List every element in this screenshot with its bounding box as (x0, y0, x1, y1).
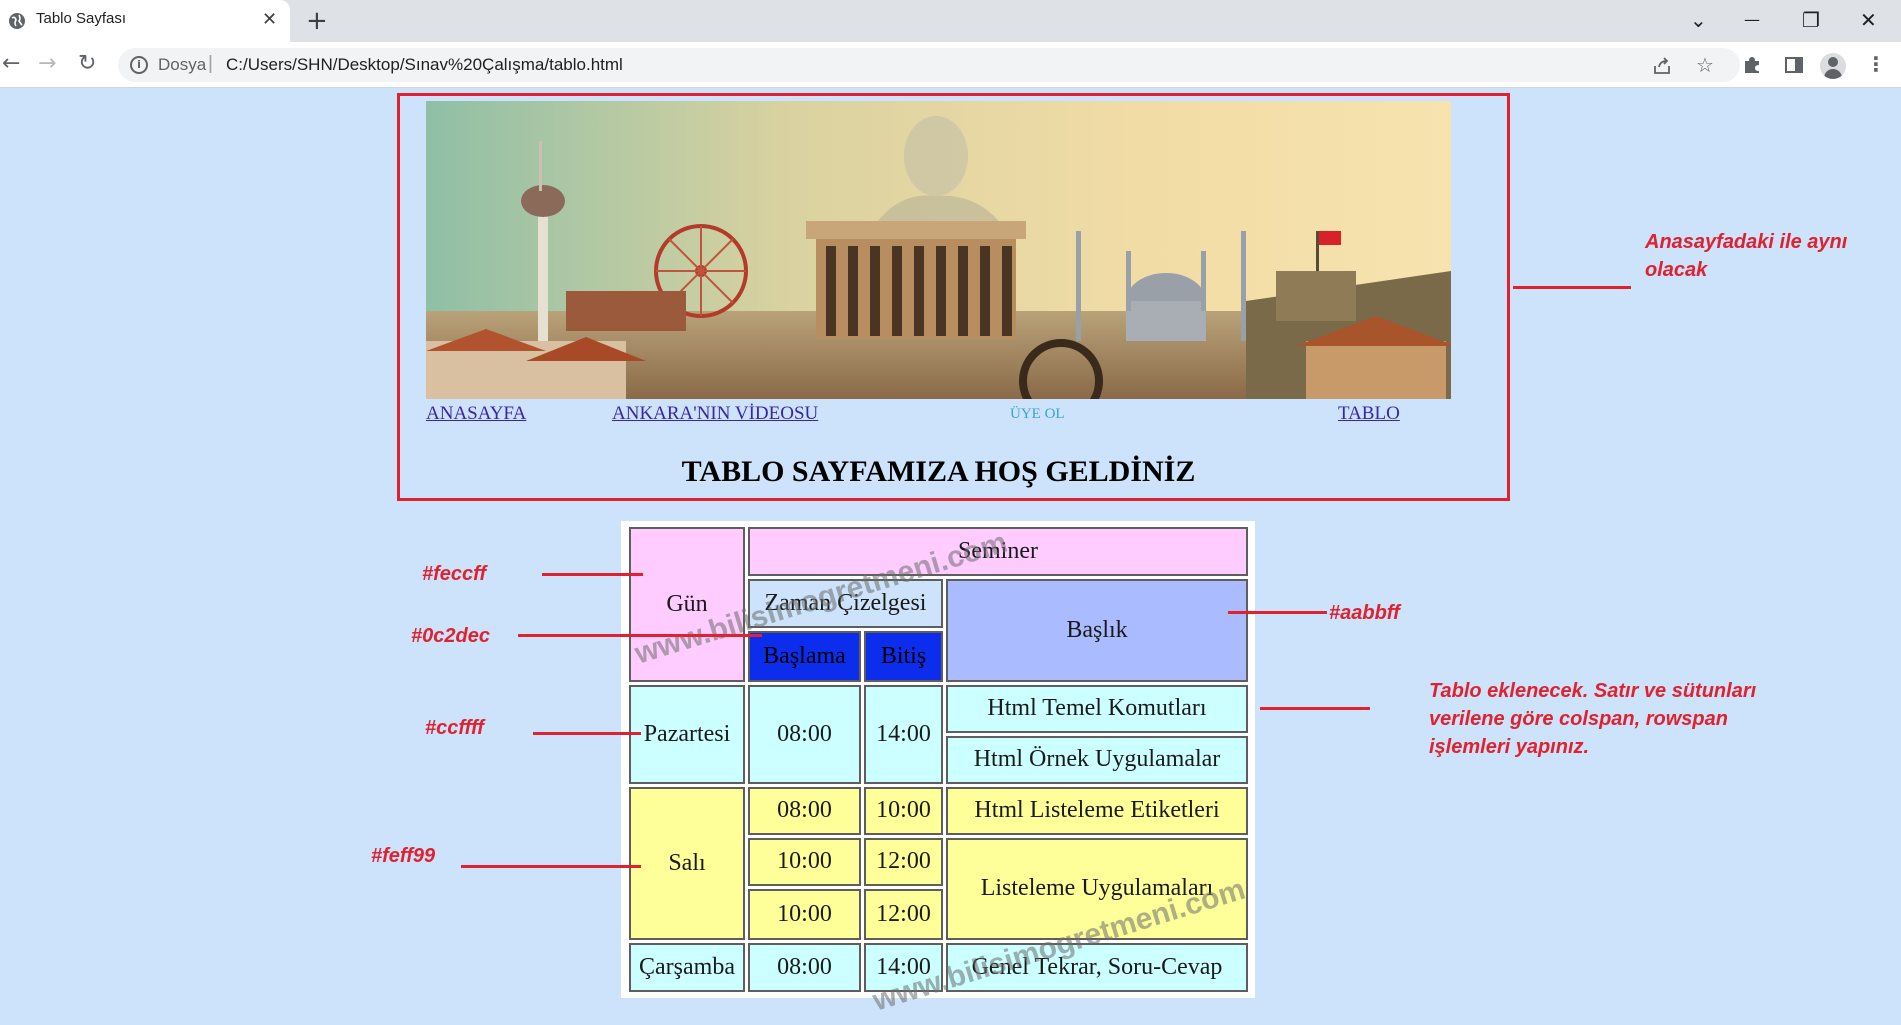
annotation-line-cyan (533, 732, 641, 735)
tab-strip: Tablo Sayfası ✕ + ⌄ — ❐ ✕ (0, 0, 1901, 42)
globe-icon (9, 13, 25, 29)
page-title: TABLO SAYFAMIZA HOŞ GELDİNİZ (681, 455, 1196, 488)
profile-avatar-icon[interactable] (1820, 53, 1846, 79)
back-icon[interactable]: ← (2, 51, 20, 77)
nav-link-uye-ol[interactable]: ÜYE OL (1010, 406, 1065, 423)
tab-title: Tablo Sayfası (36, 10, 127, 27)
monday-topic-2: Html Örnek Uygulamalar (946, 736, 1248, 784)
header-day: Gün (629, 527, 745, 682)
monday-end-cell: 14:00 (864, 685, 943, 784)
url-separator: | (208, 53, 213, 74)
annotation-yellow-color: #feff99 (371, 845, 436, 867)
menu-kebab-icon[interactable]: ⋮ (1866, 51, 1886, 77)
browser-toolbar: ← → ↻ i Dosya | C:/Users/SHN/Desktop/Sın… (0, 42, 1901, 88)
nav-link-tablo[interactable]: TABLO (1338, 403, 1400, 425)
annotation-topic-color: #aabbff (1329, 602, 1400, 624)
wednesday-topic-cell: Genel Tekrar, Soru-Cevap (946, 943, 1248, 992)
annotation-header-note: Anasayfadaki ile aynı olacak (1645, 228, 1847, 284)
annotation-table-line-1: Tablo eklenecek. Satır ve sütunları (1429, 680, 1757, 702)
annotation-header-line-2: olacak (1645, 259, 1708, 281)
restore-button[interactable]: ❐ (1802, 6, 1820, 34)
bookmark-star-icon[interactable]: ☆ (1696, 53, 1714, 77)
tuesday-start-1: 08:00 (748, 787, 861, 835)
url-scheme: Dosya (158, 55, 207, 74)
tuesday-start-3: 10:00 (748, 889, 861, 940)
schedule-table: Gün Seminer Zaman Çizelgesi Başlık Başla… (621, 521, 1255, 1018)
tuesday-start-2: 10:00 (748, 838, 861, 886)
wednesday-day-cell: Çarşamba (629, 943, 745, 992)
header-topic: Başlık (946, 579, 1248, 682)
info-icon[interactable]: i (130, 56, 148, 74)
nav-link-anasayfa[interactable]: ANASAYFA (426, 403, 526, 425)
tuesday-topic-2: Listeleme Uygulamaları (946, 838, 1248, 940)
annotation-line-header (1513, 286, 1631, 289)
tab-search-icon[interactable]: ⌄ (1690, 6, 1707, 34)
annotation-line-pink (542, 573, 643, 576)
new-tab-button[interactable]: + (306, 6, 328, 36)
extensions-puzzle-icon[interactable] (1742, 55, 1762, 75)
wednesday-end-cell: 14:00 (864, 943, 943, 992)
address-bar[interactable]: i Dosya | C:/Users/SHN/Desktop/Sınav%20Ç… (118, 48, 1740, 82)
annotation-line-table (1260, 707, 1370, 710)
annotation-table-note: Tablo eklenecek. Satır ve sütunları veri… (1429, 677, 1756, 761)
tuesday-day-cell: Salı (629, 787, 745, 940)
annotation-line-blue (518, 634, 762, 637)
monday-day-cell: Pazartesi (629, 685, 745, 784)
tuesday-end-1: 10:00 (864, 787, 943, 835)
ankara-banner-image (426, 101, 1451, 399)
tuesday-end-3: 12:00 (864, 889, 943, 940)
tab-close-icon[interactable]: ✕ (262, 9, 277, 31)
forward-icon[interactable]: → (38, 51, 56, 77)
annotation-table-line-2: verilene göre colspan, rowspan (1429, 708, 1728, 730)
annotation-blue-color: #0c2dec (411, 625, 490, 647)
close-window-button[interactable]: ✕ (1860, 6, 1877, 34)
annotation-cyan-color: #ccffff (425, 717, 484, 739)
annotation-table-line-3: işlemleri yapınız. (1429, 736, 1590, 758)
monday-topic-1: Html Temel Komutları (946, 685, 1248, 733)
header-seminar: Seminer (748, 527, 1248, 576)
annotation-line-yellow (461, 865, 641, 868)
reload-icon[interactable]: ↻ (78, 51, 96, 77)
annotation-pink-color: #feccff (422, 563, 487, 585)
url-text[interactable]: C:/Users/SHN/Desktop/Sınav%20Çalışma/tab… (226, 55, 623, 75)
header-timeline: Zaman Çizelgesi (748, 579, 943, 628)
monday-start-cell: 08:00 (748, 685, 861, 784)
header-end: Bitiş (864, 631, 943, 682)
browser-tab[interactable]: Tablo Sayfası ✕ (0, 0, 290, 42)
tuesday-topic-1: Html Listeleme Etiketleri (946, 787, 1248, 835)
annotation-line-topic (1228, 611, 1327, 614)
wednesday-start-cell: 08:00 (748, 943, 861, 992)
annotation-header-line-1: Anasayfadaki ile aynı (1645, 231, 1848, 253)
minimize-button[interactable]: — (1744, 6, 1760, 34)
tuesday-end-2: 12:00 (864, 838, 943, 886)
side-panel-icon[interactable] (1784, 55, 1804, 75)
share-icon[interactable] (1652, 56, 1672, 76)
nav-link-ankara-video[interactable]: ANKARA'NIN VİDEOSU (612, 403, 818, 425)
header-start: Başlama (748, 631, 861, 682)
